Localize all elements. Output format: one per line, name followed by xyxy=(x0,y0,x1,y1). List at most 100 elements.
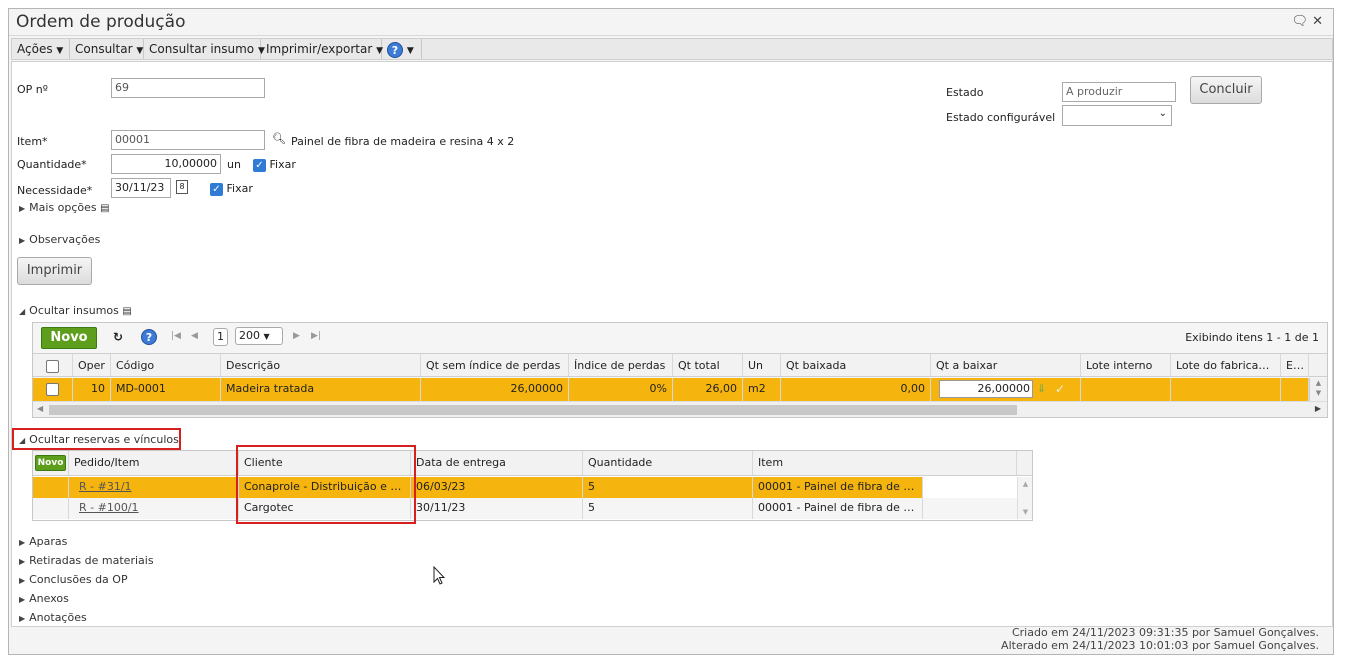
menu-imprimir-exportar[interactable]: Imprimir/exportar ▼ xyxy=(261,39,383,59)
section-retiradas-label: Retiradas de materiais xyxy=(29,554,154,567)
novo-insumo-button[interactable]: Novo xyxy=(41,327,97,349)
col-qt-a-baixar[interactable]: Qt a baixar xyxy=(931,354,1081,376)
reservas-vertical-scrollbar[interactable]: ▲ ▼ xyxy=(1017,477,1032,519)
col-codigo[interactable]: Código xyxy=(111,354,221,376)
observacoes-toggle[interactable]: ▶ Observações xyxy=(19,233,100,246)
fixar-quantidade-checkbox[interactable]: ✓ Fixar xyxy=(253,158,296,172)
op-number-field[interactable]: 69 xyxy=(111,78,265,98)
col-indice-perdas[interactable]: Índice de perdas xyxy=(569,354,673,376)
novo-reserva-button[interactable]: Novo xyxy=(35,455,66,471)
help-icon[interactable]: ? xyxy=(141,329,157,345)
menu-acoes-label: Ações xyxy=(17,42,53,56)
fixar-necessidade-checkbox[interactable]: ✓ Fixar xyxy=(210,182,253,196)
per-page-label: 200 xyxy=(239,329,260,342)
estado-configuravel-select[interactable]: ⌄ xyxy=(1062,105,1172,126)
cell-pedido[interactable]: R - #100/1 xyxy=(69,498,239,519)
menu-consultar-label: Consultar xyxy=(75,42,133,56)
col-quantidade[interactable]: Quantidade xyxy=(583,451,753,475)
cell-descricao: Madeira tratada xyxy=(221,378,421,401)
cell-data-entrega: 30/11/23 xyxy=(411,498,583,519)
check-icon[interactable]: ✓ xyxy=(1055,378,1065,400)
caret-down-icon: ◢ xyxy=(19,307,26,316)
quantidade-field[interactable]: 10,00000 xyxy=(111,154,221,174)
ocultar-insumos-toggle[interactable]: ◢ Ocultar insumos ▤ xyxy=(19,304,132,317)
scroll-left-icon[interactable]: ◀ xyxy=(37,404,43,413)
table-row[interactable]: 10 MD-0001 Madeira tratada 26,00000 0% 2… xyxy=(33,378,1327,401)
menu-acoes[interactable]: Ações ▼ xyxy=(12,39,70,59)
exibindo-itens-label: Exibindo itens 1 - 1 de 1 xyxy=(1185,331,1319,344)
fixar-label: Fixar xyxy=(226,182,253,195)
cell-data-entrega: 06/03/23 xyxy=(411,477,583,498)
col-oper[interactable]: Oper xyxy=(73,354,111,376)
horizontal-scrollbar[interactable]: ◀ ▶ xyxy=(33,401,1327,417)
prev-page-icon[interactable]: ◀ xyxy=(191,331,198,341)
table-row[interactable]: R - #31/1 Conaprole - Distribuição e … 0… xyxy=(33,477,1032,498)
checkmark-icon: ✓ xyxy=(253,158,266,172)
caret-right-icon: ▶ xyxy=(19,538,26,547)
vertical-scrollbar[interactable]: ▲ ▼ xyxy=(1309,378,1327,401)
cell-quantidade: 5 xyxy=(583,498,753,519)
estado-configuravel-label: Estado configurável xyxy=(946,111,1056,124)
chevron-down-icon: ▼ xyxy=(136,46,144,56)
qt-a-baixar-input[interactable]: 26,00000 xyxy=(939,380,1033,398)
mais-opcoes-toggle[interactable]: ▶ Mais opções ▤ xyxy=(19,201,110,214)
col-un[interactable]: Un xyxy=(743,354,781,376)
row-checkbox[interactable] xyxy=(33,378,73,401)
select-all-checkbox[interactable] xyxy=(33,354,73,376)
menu-consultar[interactable]: Consultar ▼ xyxy=(70,39,144,59)
search-icon[interactable]: 🔍︎ xyxy=(272,132,286,145)
per-page-select[interactable]: 200 ▼ xyxy=(235,327,283,345)
cell-pedido[interactable]: R - #31/1 xyxy=(69,477,239,498)
comment-icon[interactable]: 🗨 xyxy=(1291,14,1308,29)
item-label: Item* xyxy=(17,135,48,148)
caret-right-icon: ▶ xyxy=(19,236,26,245)
pedido-link[interactable]: R - #100/1 xyxy=(79,501,139,514)
section-anexos[interactable]: ▶ Anexos xyxy=(19,592,69,605)
next-page-icon[interactable]: ▶ xyxy=(293,331,300,341)
page-number-field[interactable]: 1 xyxy=(213,328,228,346)
cell-end xyxy=(1281,378,1309,401)
col-descricao[interactable]: Descrição xyxy=(221,354,421,376)
cell-indice: 0% xyxy=(569,378,673,401)
close-icon[interactable]: ✕ xyxy=(1312,14,1323,29)
col-item[interactable]: Item xyxy=(753,451,1017,475)
last-page-icon[interactable]: ▶| xyxy=(311,331,321,341)
checkmark-icon: ✓ xyxy=(210,182,223,196)
necessidade-date-field[interactable]: 30/11/23 xyxy=(111,178,171,198)
col-qt-baixada[interactable]: Qt baixada xyxy=(781,354,931,376)
concluir-button[interactable]: Concluir xyxy=(1190,76,1262,104)
chevron-down-icon: ▼ xyxy=(263,332,270,341)
scroll-right-icon[interactable]: ▶ xyxy=(1315,404,1321,413)
refresh-icon[interactable]: ↻ xyxy=(113,330,123,344)
scrollbar-thumb[interactable] xyxy=(49,405,1017,415)
calendar-icon[interactable]: 8 xyxy=(176,180,188,194)
menu-help[interactable]: ? ▼ xyxy=(382,39,422,59)
first-page-icon[interactable]: |◀ xyxy=(171,331,181,341)
imprimir-button[interactable]: Imprimir xyxy=(17,257,92,285)
cell-oper: 10 xyxy=(73,378,111,401)
section-conclusoes[interactable]: ▶ Conclusões da OP xyxy=(19,573,128,586)
section-aparas[interactable]: ▶ Aparas xyxy=(19,535,67,548)
checkbox-icon xyxy=(46,359,59,373)
item-field[interactable]: 00001 xyxy=(111,130,265,150)
window-title: Ordem de produção xyxy=(16,12,186,32)
col-data-entrega[interactable]: Data de entrega xyxy=(411,451,583,475)
estado-field[interactable]: A produzir xyxy=(1062,82,1176,102)
section-retiradas[interactable]: ▶ Retiradas de materiais xyxy=(19,554,154,567)
section-anotacoes[interactable]: ▶ Anotações xyxy=(19,611,87,624)
download-icon[interactable]: ⇓ xyxy=(1037,378,1046,400)
pedido-link[interactable]: R - #31/1 xyxy=(79,480,132,493)
col-end[interactable]: End xyxy=(1281,354,1309,376)
highlight-box-reservas xyxy=(12,428,181,450)
col-qt-total[interactable]: Qt total xyxy=(673,354,743,376)
created-info: Criado em 24/11/2023 09:31:35 por Samuel… xyxy=(1011,626,1319,639)
col-lote-interno[interactable]: Lote interno xyxy=(1081,354,1171,376)
col-lote-fabricante[interactable]: Lote do fabricante xyxy=(1171,354,1281,376)
col-qt-sem-indice[interactable]: Qt sem índice de perdas xyxy=(421,354,569,376)
table-row[interactable]: R - #100/1 Cargotec 30/11/23 5 00001 - P… xyxy=(33,498,1032,519)
menu-consultar-insumo[interactable]: Consultar insumo ▼ xyxy=(144,39,265,59)
caret-right-icon: ▶ xyxy=(19,204,26,213)
cell-un: m2 xyxy=(743,378,781,401)
col-pedido-item[interactable]: Pedido/Item xyxy=(69,451,239,475)
insumos-grid: Novo ↻ ? |◀ ◀ 1 200 ▼ ▶ ▶| Exibindo iten… xyxy=(32,322,1328,418)
